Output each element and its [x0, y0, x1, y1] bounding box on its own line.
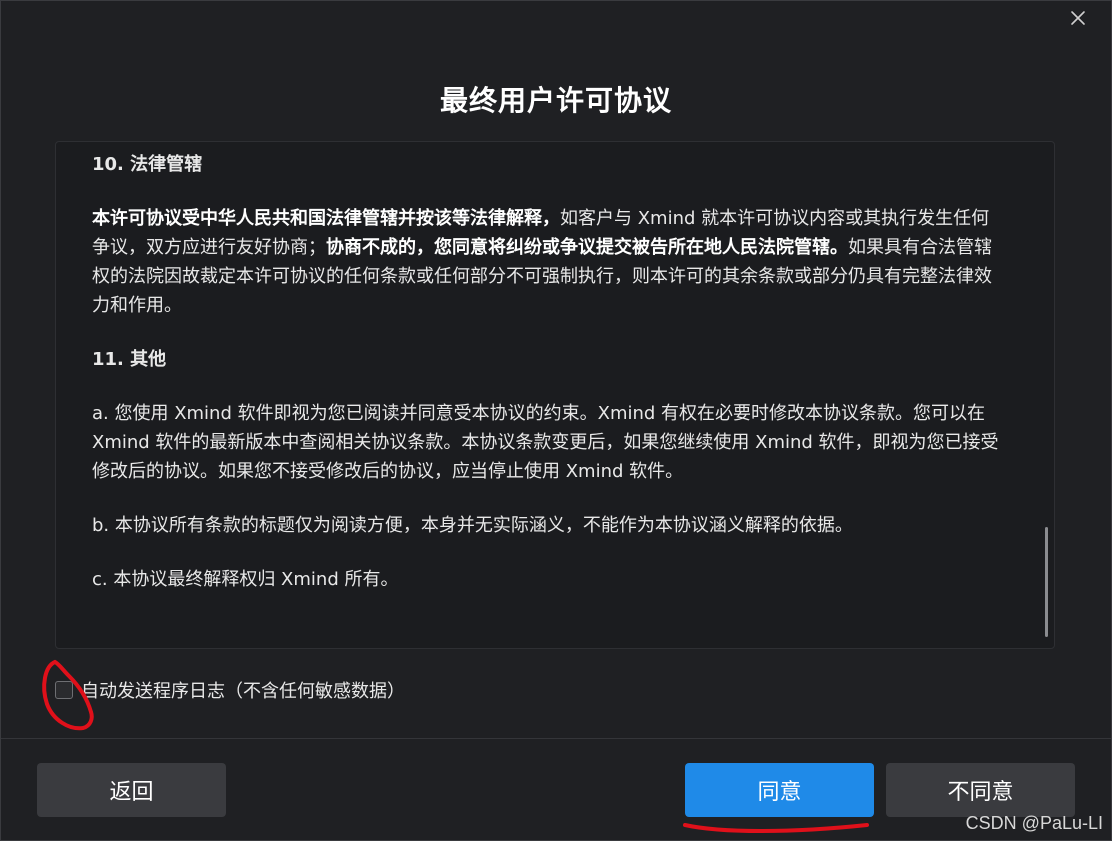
- section-11-item-c: c. 本协议最终解释权归 Xmind 所有。: [92, 569, 399, 590]
- license-dialog: 最终用户许可协议 10. 法律管辖 本许可协议受中华人民共和国法律管辖并按该等法…: [0, 0, 1112, 841]
- send-logs-label: 自动发送程序日志（不含任何敏感数据）: [81, 681, 405, 702]
- section-10-bold-2: 协商不成的，您同意将纠纷或争议提交被告所在地人民法院管辖。: [326, 237, 848, 258]
- section-10-heading: 10. 法律管辖: [92, 154, 203, 175]
- close-icon: [1071, 11, 1085, 25]
- disagree-button[interactable]: 不同意: [886, 763, 1075, 817]
- watermark: CSDN @PaLu-LI: [965, 813, 1103, 833]
- dialog-title: 最终用户许可协议: [439, 84, 672, 117]
- footer-divider: [1, 738, 1111, 739]
- agree-button[interactable]: 同意: [685, 763, 874, 817]
- send-logs-checkbox[interactable]: [55, 681, 73, 699]
- section-11-heading: 11. 其他: [92, 349, 167, 370]
- section-11-item-b: b. 本协议所有条款的标题仅为阅读方便，本身并无实际涵义，不能作为本协议涵义解释…: [92, 515, 853, 536]
- section-11-item-a: a. 您使用 Xmind 软件即视为您已阅读并同意受本协议的约束。Xmind 有…: [92, 403, 999, 482]
- license-text-panel[interactable]: 10. 法律管辖 本许可协议受中华人民共和国法律管辖并按该等法律解释，如客户与 …: [55, 141, 1055, 649]
- section-10-paragraph: 本许可协议受中华人民共和国法律管辖并按该等法律解释，如客户与 Xmind 就本许…: [92, 204, 1004, 320]
- section-10-bold-1: 本许可协议受中华人民共和国法律管辖并按该等法律解释，: [92, 208, 560, 229]
- back-button[interactable]: 返回: [37, 763, 226, 817]
- scrollbar-thumb[interactable]: [1045, 527, 1048, 637]
- license-text: 10. 法律管辖 本许可协议受中华人民共和国法律管辖并按该等法律解释，如客户与 …: [92, 150, 1004, 619]
- red-annotation-underline: [683, 823, 869, 833]
- close-button[interactable]: [1067, 7, 1089, 29]
- send-logs-option[interactable]: 自动发送程序日志（不含任何敏感数据）: [55, 677, 405, 703]
